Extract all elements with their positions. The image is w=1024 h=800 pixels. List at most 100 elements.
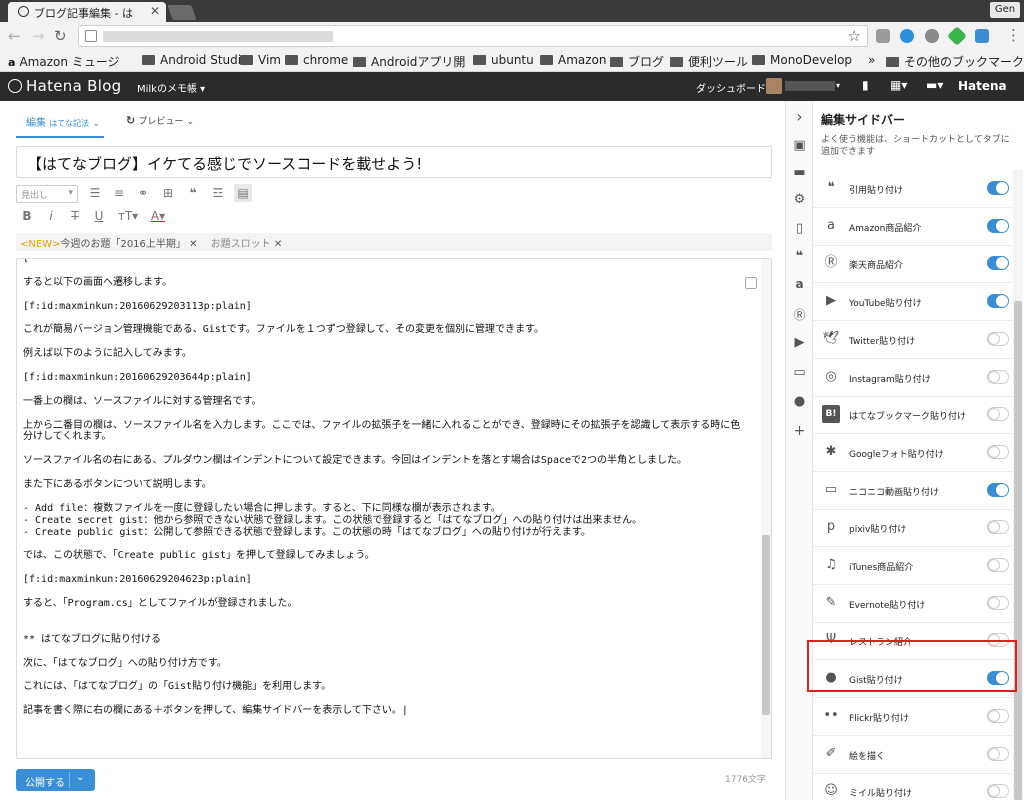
shortcut-toggle[interactable]	[987, 708, 1009, 723]
shortcut-toggle[interactable]	[987, 256, 1009, 271]
user-avatar[interactable]	[766, 78, 782, 94]
sidebar-row[interactable]: ❝ 引用貼り付け	[813, 170, 1013, 208]
copy-icon[interactable]	[745, 277, 757, 289]
shortcut-toggle[interactable]	[987, 407, 1009, 422]
new-tab-button[interactable]	[167, 5, 197, 20]
bookmark-folder-blog[interactable]: ブログ	[610, 53, 664, 70]
horizontal-rule-icon[interactable]: ☲	[209, 184, 227, 202]
extension-3-icon[interactable]	[947, 26, 967, 46]
browser-menu-icon[interactable]: ⋮	[1006, 26, 1021, 44]
address-bar[interactable]: ☆	[78, 25, 868, 47]
user-menu-caret-icon[interactable]: ▾	[836, 81, 840, 90]
sidebar-row[interactable]: ✐ 絵を描く	[813, 736, 1013, 774]
bulleted-list-icon[interactable]: ☰	[86, 184, 104, 202]
sidebar-row[interactable]: ☺ ミイル貼り付け	[813, 773, 1013, 800]
chevron-down-icon[interactable]: ⌄	[76, 772, 84, 783]
entry-body-textarea[interactable]: [すると以下の画面へ遷移します。 [f:id:maxminkun:20160629…	[16, 258, 772, 759]
more-icon[interactable]: ▤	[234, 184, 252, 202]
sidebar-row[interactable]: Ⓡ 楽天商品紹介	[813, 245, 1013, 284]
photo-upload-icon[interactable]: ▣	[786, 138, 813, 153]
sidebar-row[interactable]: ♫ iTunes商品紹介	[813, 547, 1013, 585]
sidebar-row[interactable]: 🕊 Twitter貼り付け	[813, 321, 1013, 359]
gear-icon[interactable]: ⚙	[786, 192, 813, 207]
publish-button[interactable]: 公開する ⌄	[16, 769, 95, 791]
text-color-icon[interactable]: A▾	[146, 207, 170, 225]
bookmark-folder-vim[interactable]: Vim	[240, 53, 281, 67]
shortcut-toggle[interactable]	[987, 444, 1009, 459]
topic-weekly[interactable]: 今週のお題「2016上半期」	[60, 239, 185, 250]
bookmark-icon[interactable]: ▮	[862, 78, 869, 92]
comment-icon[interactable]: ▬▾	[926, 78, 943, 92]
sidebar-scrollbar-thumb[interactable]	[1014, 301, 1022, 800]
back-arrow-icon[interactable]: ←	[8, 27, 21, 45]
quote-icon[interactable]: ❝	[184, 184, 202, 202]
heading-select[interactable]: 見出し ▾	[16, 185, 78, 203]
numbered-list-icon[interactable]: ≡	[110, 184, 128, 202]
reload-icon[interactable]: ↻	[54, 27, 67, 45]
github-icon[interactable]: ●	[786, 394, 813, 409]
close-tab-icon[interactable]: ✕	[150, 4, 160, 18]
bookmarks-overflow-chevron[interactable]: »	[868, 53, 875, 67]
shortcut-toggle[interactable]	[987, 784, 1009, 799]
bookmark-folder-monodevelop[interactable]: MonoDevelop	[752, 53, 852, 67]
sidebar-row[interactable]: •• Flickr貼り付け	[813, 698, 1013, 736]
sidebar-row[interactable]: a Amazon商品紹介	[813, 208, 1013, 246]
close-icon[interactable]: ✕	[189, 239, 197, 250]
extension-1-icon[interactable]	[876, 29, 890, 43]
shortcut-toggle[interactable]	[987, 331, 1009, 346]
hatena-brand-link[interactable]: Hatena	[958, 79, 1007, 93]
shortcut-toggle[interactable]	[987, 218, 1009, 233]
dashboard-link[interactable]: ダッシュボード	[696, 80, 766, 95]
close-icon[interactable]: ✕	[274, 239, 282, 250]
entry-title-input[interactable]: 【はてなブログ】イケてる感じでソースコードを載せよう!	[16, 146, 772, 178]
sidebar-row[interactable]: ▶ YouTube貼り付け	[813, 283, 1013, 322]
amazon-icon[interactable]: a	[786, 277, 813, 291]
body-scrollbar-thumb[interactable]	[762, 535, 770, 715]
shortcut-toggle[interactable]	[987, 595, 1009, 610]
niconico-icon[interactable]: ▭	[786, 365, 813, 380]
shortcut-toggle[interactable]	[987, 746, 1009, 761]
underline-icon[interactable]: U	[90, 207, 108, 225]
shortcut-toggle[interactable]	[987, 482, 1009, 497]
table-icon[interactable]: ⊞	[159, 184, 177, 202]
bookmark-folder-android-studio[interactable]: Android Studio	[142, 53, 248, 67]
hatena-blog-logo[interactable]: Hatena Blog	[8, 77, 122, 95]
folder-icon[interactable]: ▬	[786, 165, 813, 180]
blog-selector[interactable]: Milkのメモ帳 ▾	[137, 80, 205, 95]
adblock-icon[interactable]	[925, 29, 939, 43]
shortcut-toggle[interactable]	[987, 181, 1009, 195]
collapse-sidebar-chevron-icon[interactable]: ›	[786, 107, 813, 126]
profile-button[interactable]: Gen	[990, 2, 1020, 18]
sidebar-row[interactable]: B! はてなブックマーク貼り付け	[813, 396, 1013, 435]
document-icon[interactable]: ▯	[786, 221, 813, 236]
sidebar-row[interactable]: ◎ Instagram貼り付け	[813, 359, 1013, 397]
bookmark-folder-tools[interactable]: 便利ツール	[670, 53, 748, 70]
italic-icon[interactable]: i	[42, 207, 60, 225]
bookmark-folder-chrome[interactable]: chrome	[285, 53, 348, 67]
page-info-icon[interactable]	[85, 30, 97, 42]
sidebar-row[interactable]: ✎ Evernote貼り付け	[813, 585, 1013, 623]
strikethrough-icon[interactable]: T	[66, 207, 84, 225]
shortcut-toggle[interactable]	[987, 294, 1009, 309]
sidebar-row[interactable]: ✱ Googleフォト貼り付け	[813, 434, 1013, 472]
youtube-icon[interactable]: ▶	[786, 335, 813, 350]
add-shortcut-plus-icon[interactable]: +	[786, 423, 813, 439]
bookmark-folder-android-app[interactable]: Androidアプリ開	[353, 53, 465, 70]
extension-2-icon[interactable]	[900, 29, 914, 43]
bookmark-amazon-music[interactable]: a Amazon ミュージ	[8, 53, 120, 70]
browser-tab-active[interactable]: ブログ記事編集 - は ✕	[8, 2, 166, 22]
bookmark-folder-ubuntu[interactable]: ubuntu	[473, 53, 534, 67]
sidebar-row[interactable]: ▭ ニコニコ動画貼り付け	[813, 472, 1013, 510]
topic-slot[interactable]: お題スロット	[211, 239, 271, 250]
link-icon[interactable]: ⚭	[134, 184, 152, 202]
tab-edit[interactable]: 編集 はてな記法 ⌄	[16, 114, 104, 138]
shortcut-toggle[interactable]	[987, 369, 1009, 384]
quote-icon[interactable]: ❝	[786, 249, 813, 264]
forward-arrow-icon[interactable]: →	[32, 27, 45, 45]
shortcut-toggle[interactable]	[987, 520, 1009, 535]
extension-4-icon[interactable]	[975, 29, 989, 43]
tab-preview[interactable]: ↻ プレビュー ⌄	[126, 114, 206, 138]
bookmark-star-icon[interactable]: ☆	[848, 27, 861, 45]
rakuten-icon[interactable]: Ⓡ	[786, 306, 813, 323]
shortcut-toggle[interactable]	[987, 558, 1009, 572]
